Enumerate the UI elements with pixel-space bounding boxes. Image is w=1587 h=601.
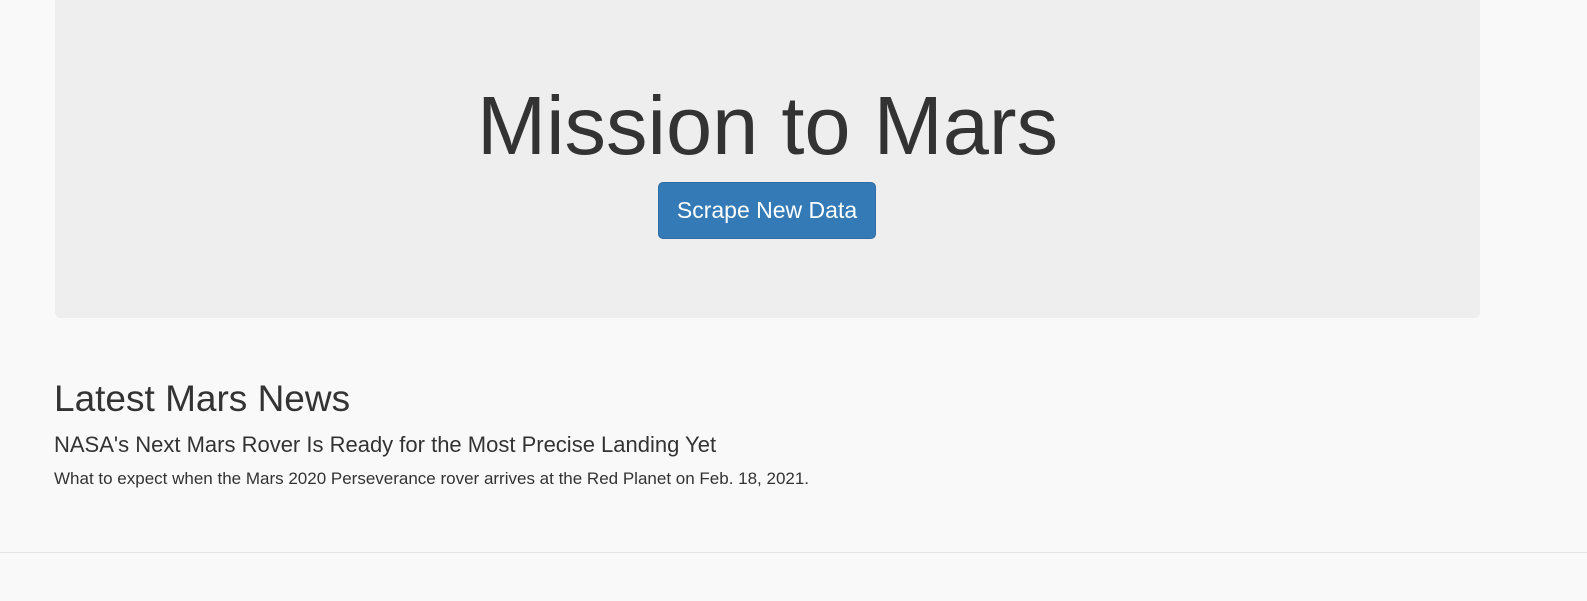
- latest-news-heading: Latest Mars News: [54, 378, 351, 419]
- news-article-title: NASA's Next Mars Rover Is Ready for the …: [54, 432, 717, 457]
- scrape-new-data-button[interactable]: Scrape New Data: [658, 182, 876, 239]
- section-divider: [0, 552, 1587, 553]
- page-title: Mission to Mars: [476, 79, 1059, 172]
- news-article-teaser: What to expect when the Mars 2020 Persev…: [54, 469, 810, 488]
- jumbotron: Mission to Mars Scrape New Data: [55, 0, 1480, 318]
